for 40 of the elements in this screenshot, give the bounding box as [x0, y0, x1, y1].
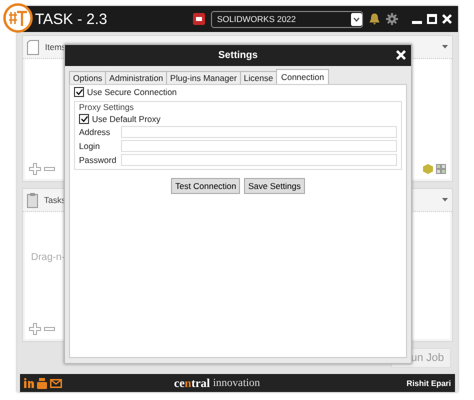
linkedin-icon[interactable]	[24, 378, 34, 388]
dialog-title: Settings	[218, 50, 258, 61]
clipboard-icon	[27, 192, 38, 208]
tab[interactable]: Plug-ins Manager	[166, 71, 241, 84]
close-icon[interactable]	[396, 50, 406, 60]
tab[interactable]: Options	[69, 71, 106, 84]
close-icon[interactable]	[442, 14, 452, 24]
bell-icon[interactable]	[369, 13, 380, 25]
input-field[interactable]	[121, 126, 397, 138]
drop-hint: Drag-n-	[30, 251, 66, 265]
checkbox-label: Use Secure Connection	[87, 87, 177, 97]
tab[interactable]: Administration	[105, 71, 168, 84]
input-field[interactable]	[121, 154, 397, 166]
user-name: Rishit Epari	[406, 378, 451, 388]
dialog-button[interactable]: Test Connection	[171, 178, 240, 194]
brand-logo: central	[174, 376, 210, 390]
gear-icon[interactable]	[386, 13, 398, 25]
dialog-button[interactable]: Save Settings	[244, 178, 305, 194]
field-label: Address	[79, 127, 112, 137]
field-label: Password	[79, 155, 118, 165]
cad-select[interactable]: SOLIDWORKS 2022	[211, 10, 363, 28]
checkbox[interactable]	[79, 114, 89, 124]
caret-icon[interactable]	[442, 45, 448, 49]
app-icon	[193, 13, 205, 25]
checkbox[interactable]	[74, 87, 84, 97]
video-icon[interactable]	[37, 378, 47, 388]
mail-icon[interactable]	[50, 378, 62, 388]
brand-tagline: innovation	[213, 377, 260, 389]
checkbox-label: Use Default Proxy	[92, 114, 160, 124]
tab[interactable]: License	[240, 71, 278, 84]
group-legend: Proxy Settings	[79, 102, 397, 112]
chevron-icon	[353, 16, 360, 22]
window-title: TASK - 2.3	[35, 10, 108, 28]
field-label: Login	[79, 141, 101, 151]
tab[interactable]: Connection	[276, 69, 330, 84]
maximize-icon[interactable]	[427, 14, 437, 24]
app-logo	[3, 3, 33, 33]
caret-icon[interactable]	[442, 198, 448, 202]
input-field[interactable]	[121, 140, 397, 152]
document-icon	[27, 40, 39, 54]
